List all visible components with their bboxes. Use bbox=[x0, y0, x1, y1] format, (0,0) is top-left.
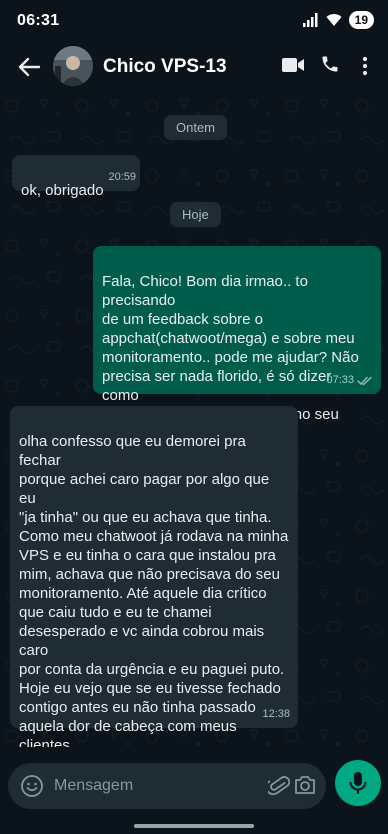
emoji-icon[interactable] bbox=[20, 774, 44, 798]
phone-icon[interactable] bbox=[320, 54, 340, 74]
read-receipt-icon bbox=[357, 376, 372, 386]
battery-badge: 19 bbox=[348, 11, 374, 29]
contact-name[interactable]: Chico VPS-13 bbox=[103, 56, 227, 78]
attach-icon[interactable] bbox=[268, 774, 290, 798]
date-divider: Hoje bbox=[170, 202, 221, 227]
mic-button[interactable] bbox=[335, 760, 381, 806]
chat-area[interactable]: Ontem ok, obrigado 20:59 Hoje Fala, Chic… bbox=[0, 92, 388, 747]
message-text: ok, obrigado bbox=[21, 182, 104, 199]
message-input[interactable] bbox=[54, 763, 254, 809]
signal-icon bbox=[302, 13, 318, 27]
home-indicator bbox=[134, 824, 254, 828]
back-arrow-icon[interactable] bbox=[17, 56, 41, 78]
message-time: 12:38 bbox=[262, 708, 290, 720]
mic-icon bbox=[349, 772, 367, 794]
composer-bar bbox=[0, 747, 388, 834]
status-time: 06:31 bbox=[17, 12, 60, 29]
message-text: olha confesso que eu demorei pra fechar … bbox=[19, 433, 289, 747]
message-bubble-outgoing[interactable]: Fala, Chico! Bom dia irmao.. to precisan… bbox=[93, 246, 381, 442]
message-bubble-incoming[interactable]: ok, obrigado 20:59 bbox=[12, 155, 140, 199]
camera-icon[interactable] bbox=[294, 775, 316, 795]
message-input-container[interactable] bbox=[8, 763, 326, 809]
wifi-icon bbox=[326, 14, 342, 26]
message-meta: 12:38 bbox=[262, 705, 290, 724]
message-meta: 20:59 bbox=[108, 168, 136, 187]
more-options-icon[interactable] bbox=[362, 56, 368, 76]
chat-header: Chico VPS-13 bbox=[0, 42, 388, 92]
avatar-photo bbox=[53, 46, 93, 86]
message-time: 07:33 bbox=[326, 374, 354, 386]
avatar[interactable] bbox=[53, 46, 93, 86]
video-call-icon[interactable] bbox=[282, 57, 304, 73]
message-meta: 07:33 bbox=[326, 371, 373, 390]
date-divider: Ontem bbox=[164, 115, 228, 140]
message-bubble-incoming[interactable]: olha confesso que eu demorei pra fechar … bbox=[10, 406, 298, 747]
status-bar: 06:31 19 bbox=[0, 0, 388, 42]
status-indicators: 19 bbox=[302, 11, 374, 29]
message-time: 20:59 bbox=[108, 171, 136, 183]
